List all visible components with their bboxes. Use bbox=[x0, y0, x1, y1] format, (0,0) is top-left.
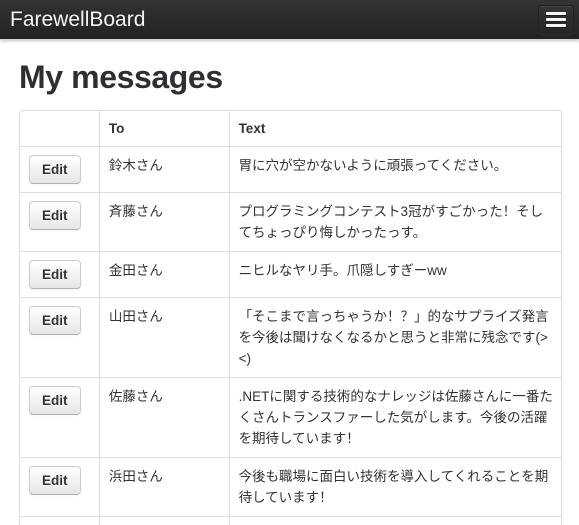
cell-action: Edit bbox=[20, 516, 99, 525]
page-container: My messages To Text Edit 鈴木さん 胃に穴が空かないように頑… bbox=[0, 40, 579, 525]
table-row: Edit 山田さん 「そこまで言っちゃうか！？」的なサプライズ発言を今後は聞けなくな… bbox=[20, 297, 561, 377]
cell-to: 鈴木さん bbox=[98, 146, 229, 192]
cell-to: 佐藤さん bbox=[98, 377, 229, 457]
hamburger-bar-1 bbox=[546, 12, 566, 15]
cell-to: 金田さん bbox=[98, 251, 229, 297]
cell-action: Edit bbox=[20, 192, 99, 251]
cell-text: 今後も職場に面白い技術を導入してくれることを期待しています！ bbox=[228, 457, 561, 516]
column-header-text: Text bbox=[228, 111, 561, 146]
table-row: Edit 斉藤さん プログラミングコンテスト3冠がすごかった！そしてちょっぴり悔しか… bbox=[20, 192, 561, 251]
cell-to: 山田さん bbox=[98, 297, 229, 377]
table-header-row: To Text bbox=[20, 111, 561, 146]
cell-text: プログラミングコンテスト3冠がすごかった！そしてちょっぴり悔しかったっす。 bbox=[228, 192, 561, 251]
cell-action: Edit bbox=[20, 457, 99, 516]
table-row: Edit 浜田さん 今後も職場に面白い技術を導入してくれることを期待しています！ bbox=[20, 457, 561, 516]
brand-link[interactable]: FarewellBoard bbox=[10, 0, 145, 40]
cell-text: ニヒルなヤリ手。爪隠しすぎーww bbox=[228, 251, 561, 297]
table-row: Edit 佐藤さん .NETに関する技術的なナレッジは佐藤さんに一番たくさんトランス… bbox=[20, 377, 561, 457]
page-title: My messages bbox=[19, 59, 223, 95]
column-header-to: To bbox=[98, 111, 229, 146]
cell-text: 胃に穴が空かないように頑張ってください。 bbox=[228, 146, 561, 192]
edit-button[interactable]: Edit bbox=[29, 306, 81, 335]
table-head: To Text bbox=[20, 111, 561, 146]
cell-text: .NETに関する技術的なナレッジは佐藤さんに一番たくさんトランスファーした気がし… bbox=[228, 377, 561, 457]
column-header-action bbox=[20, 111, 99, 146]
cell-action: Edit bbox=[20, 297, 99, 377]
edit-button[interactable]: Edit bbox=[29, 466, 81, 495]
table-row: Edit 金田さん ニヒルなヤリ手。爪隠しすぎーww bbox=[20, 251, 561, 297]
cell-text: 「そこまで言っちゃうか！？」的なサプライズ発言を今後は聞けなくなるかと思うと非常… bbox=[228, 297, 561, 377]
table-row: Edit田中さん感情を前面に押し出すことはないものの、何事も色々と考えてきっちり… bbox=[20, 516, 561, 525]
messages-table: To Text Edit 鈴木さん 胃に穴が空かないように頑張ってください。 Edit… bbox=[19, 110, 562, 525]
hamburger-bar-2 bbox=[546, 18, 566, 21]
cell-to: 斉藤さん bbox=[98, 192, 229, 251]
hamburger-bar-3 bbox=[546, 24, 566, 27]
cell-action: Edit bbox=[20, 251, 99, 297]
table-row: Edit 鈴木さん 胃に穴が空かないように頑張ってください。 bbox=[20, 146, 561, 192]
cell-text: 感情を前面に押し出すことはないものの、何事も色々と考えてきっちり仕事をこなすタイ… bbox=[228, 516, 561, 525]
cell-action: Edit bbox=[20, 377, 99, 457]
cell-to: 田中さん bbox=[98, 516, 229, 525]
cell-to: 浜田さん bbox=[98, 457, 229, 516]
table-body: Edit 鈴木さん 胃に穴が空かないように頑張ってください。 Edit 斉藤さん プログラ… bbox=[20, 146, 561, 525]
cell-action: Edit bbox=[20, 146, 99, 192]
edit-button[interactable]: Edit bbox=[29, 386, 81, 415]
edit-button[interactable]: Edit bbox=[29, 260, 81, 289]
edit-button[interactable]: Edit bbox=[29, 155, 81, 184]
edit-button[interactable]: Edit bbox=[29, 201, 81, 230]
messages-table-wrapper: To Text Edit 鈴木さん 胃に穴が空かないように頑張ってください。 Edit… bbox=[19, 110, 562, 525]
hamburger-menu-icon[interactable] bbox=[538, 5, 574, 34]
top-navbar: FarewellBoard bbox=[0, 0, 579, 40]
